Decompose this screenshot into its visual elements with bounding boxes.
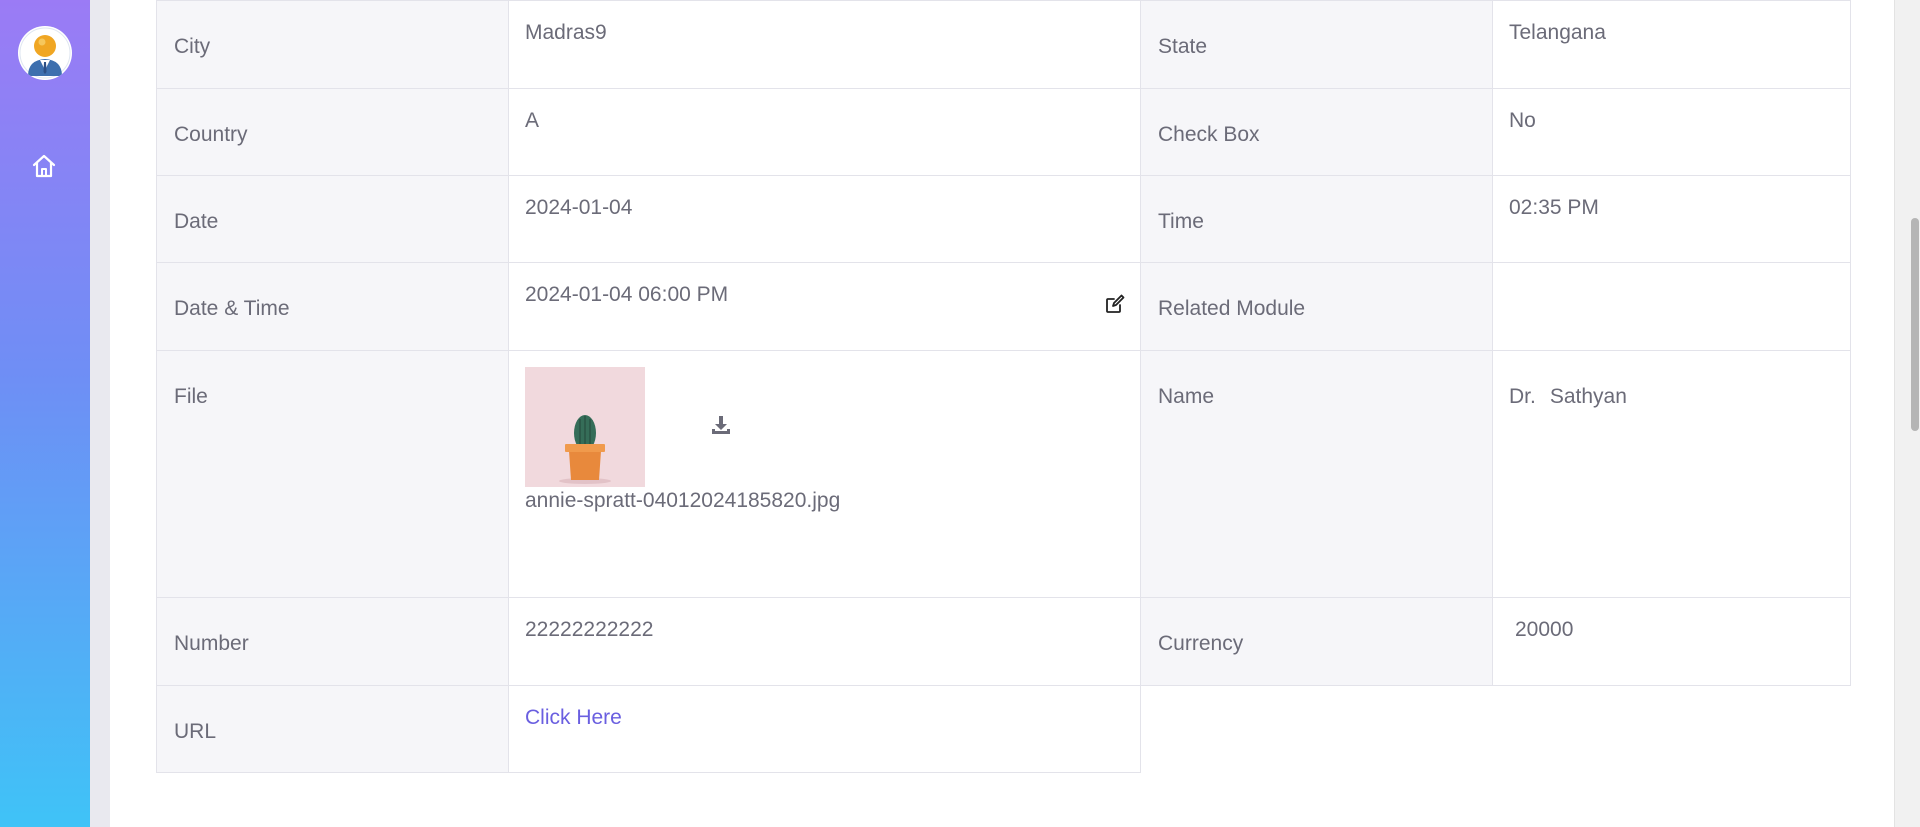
state-value: Telangana: [1492, 0, 1851, 89]
content-gutter: [90, 0, 110, 827]
edit-icon[interactable]: [1104, 293, 1126, 315]
sidebar: [0, 0, 90, 827]
related-module-label: Related Module: [1140, 262, 1493, 351]
date-value: 2024-01-04: [508, 175, 1141, 263]
empty-cell: [1140, 685, 1851, 773]
currency-value: 20000: [1492, 597, 1851, 686]
user-avatar-icon[interactable]: [18, 26, 72, 80]
download-icon[interactable]: [709, 413, 733, 437]
table-row: City Madras9 State Telangana: [156, 0, 1851, 89]
home-icon[interactable]: [30, 152, 58, 180]
scrollbar-thumb[interactable]: [1911, 218, 1919, 431]
file-label: File: [156, 350, 509, 598]
url-label: URL: [156, 685, 509, 773]
table-row: URL Click Here: [156, 685, 1851, 773]
url-link[interactable]: Click Here: [525, 706, 622, 729]
detail-table: City Madras9 State Telangana Country A C…: [156, 0, 1851, 773]
table-row: Country A Check Box No: [156, 88, 1851, 176]
state-label: State: [1140, 0, 1493, 89]
city-label: City: [156, 0, 509, 89]
file-name: annie-spratt-04012024185820.jpg: [525, 489, 841, 512]
datetime-value: 2024-01-04 06:00 PM: [525, 283, 729, 306]
checkbox-value: No: [1492, 88, 1851, 176]
file-thumbnail[interactable]: [525, 367, 645, 487]
country-value: A: [508, 88, 1141, 176]
currency-label: Currency: [1140, 597, 1493, 686]
name-cell: Dr. Sathyan: [1492, 350, 1851, 598]
name-label: Name: [1140, 350, 1493, 598]
datetime-label: Date & Time: [156, 262, 509, 351]
city-value: Madras9: [508, 0, 1141, 89]
time-value: 02:35 PM: [1492, 175, 1851, 263]
name-value: Sathyan: [1549, 385, 1627, 408]
datetime-cell: 2024-01-04 06:00 PM: [508, 262, 1141, 351]
date-label: Date: [156, 175, 509, 263]
related-module-value: [1492, 262, 1851, 351]
time-label: Time: [1140, 175, 1493, 263]
number-value: 22222222222: [508, 597, 1141, 686]
checkbox-label: Check Box: [1140, 88, 1493, 176]
number-label: Number: [156, 597, 509, 686]
url-cell: Click Here: [508, 685, 1141, 773]
table-row: Number 22222222222 Currency 20000: [156, 597, 1851, 686]
name-salutation: Dr.: [1509, 385, 1536, 408]
country-label: Country: [156, 88, 509, 176]
file-cell: annie-spratt-04012024185820.jpg: [508, 350, 1141, 598]
table-row: Date 2024-01-04 Time 02:35 PM: [156, 175, 1851, 263]
table-row: File annie-spratt-04012024185820.jpg Nam…: [156, 350, 1851, 598]
table-row: Date & Time 2024-01-04 06:00 PM Related …: [156, 262, 1851, 351]
